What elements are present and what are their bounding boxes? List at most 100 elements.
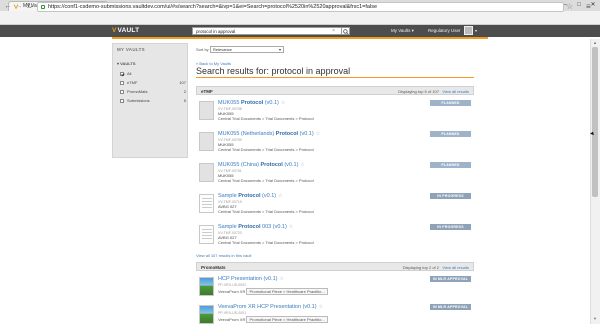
- group-name: PromoMats: [201, 265, 226, 270]
- my-vaults-menu[interactable]: My Vaults ▾: [391, 25, 414, 37]
- search-input[interactable]: protocol in approval ×: [192, 27, 342, 35]
- group-count-text: Displaying top 2 of 2: [402, 265, 439, 270]
- vault-logo-mark: V: [112, 27, 117, 34]
- list-item: MUK055 (China) Protocol (v0.1) ☆ VV-TMF-0…: [196, 161, 474, 191]
- filter-item-all[interactable]: All: [120, 71, 186, 77]
- maximize-icon[interactable]: □: [572, 0, 586, 10]
- document-tags: VeevaProm XR Promotional Piece > Healthc…: [218, 288, 330, 295]
- document-number: PP-VRX-US-0001: [218, 311, 247, 315]
- scroll-down-icon[interactable]: ▼: [591, 316, 599, 322]
- result-title-prefix: Sample: [218, 193, 239, 199]
- search-input-value: protocol in approval: [196, 29, 236, 34]
- filter-item-etmf[interactable]: eTMF 107: [120, 80, 186, 86]
- search-button[interactable]: [342, 27, 350, 35]
- document-thumbnail[interactable]: [199, 132, 214, 151]
- image-thumbnail[interactable]: [199, 277, 214, 296]
- filter-checkbox[interactable]: [120, 99, 124, 103]
- result-title-suffix: (v0.1): [263, 100, 279, 106]
- list-item: MUK055 (Netherlands) Protocol (v0.1) ☆ VV…: [196, 130, 474, 160]
- status-badge: IN PROGRESS: [430, 224, 471, 230]
- bookmark-star-icon[interactable]: ☆: [566, 2, 573, 12]
- view-all-in-vault-link[interactable]: View all 107 results in this vault: [196, 253, 252, 258]
- vault-logo[interactable]: VVAULT: [112, 25, 139, 37]
- scrollbar-thumb[interactable]: [592, 47, 598, 197]
- browser-menu-icon[interactable]: ≡: [586, 2, 591, 12]
- sort-select[interactable]: Relevance ▾: [210, 46, 284, 53]
- chevron-down-icon: ▾: [278, 47, 281, 52]
- user-name[interactable]: Regulatory User: [428, 25, 461, 37]
- filter-count: 107: [179, 80, 186, 85]
- sort-label: Sort by: [196, 47, 209, 52]
- back-arrow-icon[interactable]: ←: [3, 2, 13, 12]
- group-name: eTMF: [201, 89, 213, 94]
- user-menu-caret-icon[interactable]: ▾: [475, 25, 477, 37]
- list-item: Sample Protocol 003 (v0.1) ☆ VV-TMF-00723…: [196, 223, 474, 253]
- favorite-star-icon[interactable]: ☆: [280, 276, 284, 282]
- favorite-star-icon[interactable]: ☆: [300, 162, 304, 168]
- url-input[interactable]: https://conf1-csdemo-submissions.vaultde…: [37, 2, 564, 12]
- title-divider: [196, 77, 474, 78]
- document-type-path: Central Trial Documents > Trial Document…: [218, 147, 314, 152]
- status-badge: IN MLR APPROVAL: [430, 276, 471, 282]
- result-title[interactable]: MUK055 (Netherlands) Protocol (v0.1) ☆: [218, 131, 320, 137]
- view-all-results-link[interactable]: View all results: [442, 263, 469, 272]
- document-thumbnail[interactable]: [199, 194, 214, 213]
- result-title[interactable]: Sample Protocol 003 (v0.1) ☆: [218, 224, 293, 230]
- document-thumbnail[interactable]: [199, 225, 214, 244]
- list-item: HCP Presentation (v0.1) ☆ PP-VRX-US-0002 …: [196, 275, 474, 305]
- filter-label: eTMF: [127, 80, 138, 85]
- result-title[interactable]: Sample Protocol (v0.1) ☆: [218, 193, 283, 199]
- filter-item-promomats[interactable]: PromoMats 2: [120, 89, 186, 95]
- header-accent-bar: [112, 37, 488, 39]
- avatar[interactable]: [464, 26, 473, 35]
- result-title-prefix: MUK055 (China): [218, 162, 261, 168]
- address-toolbar: [0, 11, 600, 25]
- status-badge: IN PROGRESS: [430, 193, 471, 199]
- favorite-star-icon[interactable]: ☆: [316, 131, 320, 137]
- search-clear-icon[interactable]: ×: [332, 28, 335, 35]
- list-item: Sample Protocol (v0.1) ☆ VV-TMF-00719 AVB…: [196, 192, 474, 222]
- document-thumbnail[interactable]: [199, 101, 214, 120]
- filter-checkbox[interactable]: [120, 90, 124, 94]
- view-all-results-link[interactable]: View all results: [442, 87, 469, 96]
- result-title-prefix: MUK055: [218, 100, 241, 106]
- favorite-star-icon[interactable]: ☆: [281, 100, 285, 106]
- result-title[interactable]: VeevaProm XR HCP Presentation (v0.1) ☆: [218, 304, 323, 310]
- result-title[interactable]: MUK055 (China) Protocol (v0.1) ☆: [218, 162, 305, 168]
- image-thumbnail[interactable]: [199, 305, 214, 324]
- filter-item-submissions[interactable]: Submissions 5: [120, 98, 186, 104]
- document-type-path: Central Trial Documents > Trial Document…: [218, 240, 314, 245]
- result-title[interactable]: MUK055 Protocol (v0.1) ☆: [218, 100, 285, 106]
- list-item: MUK055 Protocol (v0.1) ☆ VV-TMF-00758 MUK…: [196, 99, 474, 129]
- filter-checkbox[interactable]: [120, 72, 124, 76]
- vaults-section-heading[interactable]: ▾ VAULTS: [117, 61, 136, 66]
- favorite-star-icon[interactable]: ☆: [289, 224, 293, 230]
- product-tag: VeevaProm XR: [218, 317, 246, 322]
- result-title-suffix: (v0.1): [282, 162, 299, 168]
- sort-select-value: Relevance: [213, 47, 232, 52]
- reload-icon[interactable]: ↻: [25, 2, 35, 12]
- favorite-star-icon[interactable]: ☆: [319, 304, 323, 310]
- result-title-prefix: Sample: [218, 224, 239, 230]
- forward-arrow-icon[interactable]: →: [14, 2, 24, 12]
- document-type-path: Central Trial Documents > Trial Document…: [218, 209, 314, 214]
- lock-icon: [41, 5, 45, 9]
- filter-panel-title: MY VAULTS: [117, 47, 145, 52]
- status-badge: IN MLR APPROVAL: [430, 304, 471, 310]
- scroll-up-icon[interactable]: ▲: [591, 40, 599, 46]
- status-badge: PLANNED: [430, 100, 471, 106]
- status-badge: PLANNED: [430, 131, 471, 137]
- result-title-text: VeevaProm XR HCP Presentation (v0.1): [218, 304, 317, 310]
- favorite-star-icon[interactable]: ☆: [278, 193, 282, 199]
- filter-label: PromoMats: [127, 89, 148, 94]
- url-text: https://conf1-csdemo-submissions.vaultde…: [48, 4, 378, 10]
- document-tags: VeevaProm XR Promotional Piece > Healthc…: [218, 316, 330, 323]
- result-title-match: Protocol: [240, 100, 264, 106]
- document-number: PP-VRX-US-0002: [218, 283, 247, 287]
- filter-checkbox[interactable]: [120, 81, 124, 85]
- document-thumbnail[interactable]: [199, 163, 214, 182]
- result-title-match: Protocol: [238, 224, 261, 230]
- list-item: VeevaProm XR HCP Presentation (v0.1) ☆ PP…: [196, 303, 474, 324]
- result-title-prefix: MUK055 (Netherlands): [218, 131, 276, 137]
- result-title[interactable]: HCP Presentation (v0.1) ☆: [218, 276, 284, 282]
